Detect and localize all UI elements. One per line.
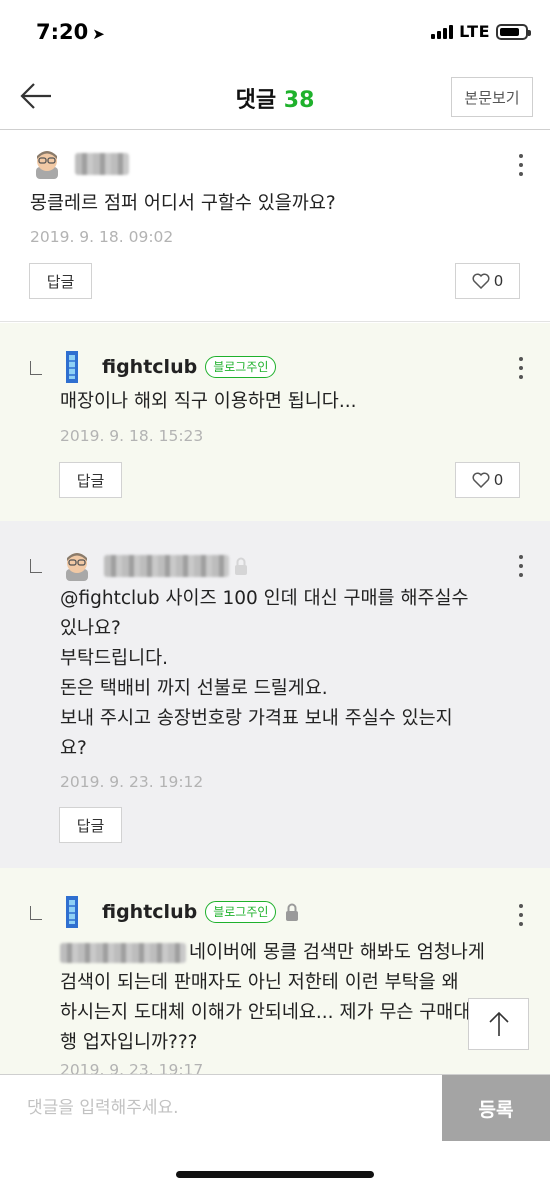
network-type: LTE [459,22,490,41]
author-name-blurred [75,153,129,175]
header: 댓글 38 본문보기 [0,64,550,130]
comment-line: 네이버에 몽클 검색만 해봐도 엄청나게 [60,938,535,968]
home-indicator [176,1171,374,1178]
comment-item: 몽클레르 점퍼 어디서 구할수 있을까요? 2019. 9. 18. 09:02… [0,130,550,322]
comment-line: 부탁드립니다. [60,648,169,669]
more-options-icon[interactable] [518,357,524,379]
mention-blurred [60,943,186,963]
lock-icon [286,903,299,921]
avatar [66,553,88,581]
comment-line: 보내 주시고 송장번호랑 가격표 보내 주실수 있는지 [60,708,453,729]
more-options-icon[interactable] [518,555,524,577]
reply-indicator-icon [30,906,42,920]
reply-indicator-icon [30,361,42,375]
comment-input[interactable] [0,1075,441,1141]
reply-button[interactable]: 답글 [59,807,122,843]
like-count: 0 [493,272,504,290]
reply-button[interactable]: 답글 [29,263,92,299]
more-options-icon[interactable] [518,904,524,926]
status-time: 7:20 ➤ [36,20,105,44]
heart-icon [472,472,490,488]
reply-indicator-icon [30,559,42,573]
comment-line: 하시는지 도대체 이해가 안되네요... 제가 무슨 구매대 [60,1002,471,1023]
signal-icon [431,24,454,39]
comment-line: @fightclub 사이즈 100 인데 대신 구매를 해주실수 [60,588,469,609]
blog-avatar-icon [66,896,78,928]
location-arrow-icon: ➤ [92,25,105,43]
author-name[interactable]: fightclub [102,901,197,923]
like-button[interactable]: 0 [455,462,520,498]
scroll-to-top-button[interactable] [468,998,529,1050]
comment-line: 행 업자입니까??? [60,1032,198,1053]
comment-text: 매장이나 해외 직구 이용하면 됩니다... [60,391,357,412]
author-name-blurred [104,555,229,577]
blog-owner-badge: 블로그주인 [205,901,277,923]
comment-date: 2019. 9. 18. 09:02 [30,228,174,246]
comment-item: fightclub 블로그주인 매장이나 해외 직구 이용하면 됩니다... 2… [0,323,550,521]
avatar [36,151,58,179]
like-button[interactable]: 0 [455,263,520,299]
comment-date: 2019. 9. 18. 15:23 [60,427,204,445]
battery-icon [496,23,531,40]
heart-icon [472,273,490,289]
author-name[interactable]: fightclub [102,356,197,378]
comment-line: 돈은 택배비 까지 선불로 드릴게요. [60,678,328,699]
comment-text: @fightclub 사이즈 100 인데 대신 구매를 해주실수 있나요? 부… [60,584,530,764]
submit-button[interactable]: 등록 [442,1075,550,1141]
comment-text: 네이버에 몽클 검색만 해봐도 엄청나게 검색이 되는데 판매자도 아닌 저한테… [60,938,535,1058]
comment-line: 검색이 되는데 판매자도 아닌 저한테 이런 부탁을 왜 [60,972,459,993]
status-bar: 7:20 ➤ LTE [0,0,550,64]
comment-date: 2019. 9. 23. 19:12 [60,773,204,791]
lock-icon [235,557,247,575]
comment-line: 있나요? [60,618,121,639]
comment-line: 요? [60,738,87,759]
blog-avatar-icon [66,351,78,383]
more-options-icon[interactable] [518,154,524,176]
comment-text: 몽클레르 점퍼 어디서 구할수 있을까요? [30,193,336,214]
comment-count: 38 [283,88,315,113]
comment-item: @fightclub 사이즈 100 인데 대신 구매를 해주실수 있나요? 부… [0,521,550,868]
blog-owner-badge: 블로그주인 [205,356,277,378]
like-count: 0 [493,471,504,489]
arrow-up-icon [488,1011,509,1036]
comment-input-bar: 등록 [0,1074,550,1141]
view-post-button[interactable]: 본문보기 [451,77,533,117]
reply-button[interactable]: 답글 [59,462,122,498]
